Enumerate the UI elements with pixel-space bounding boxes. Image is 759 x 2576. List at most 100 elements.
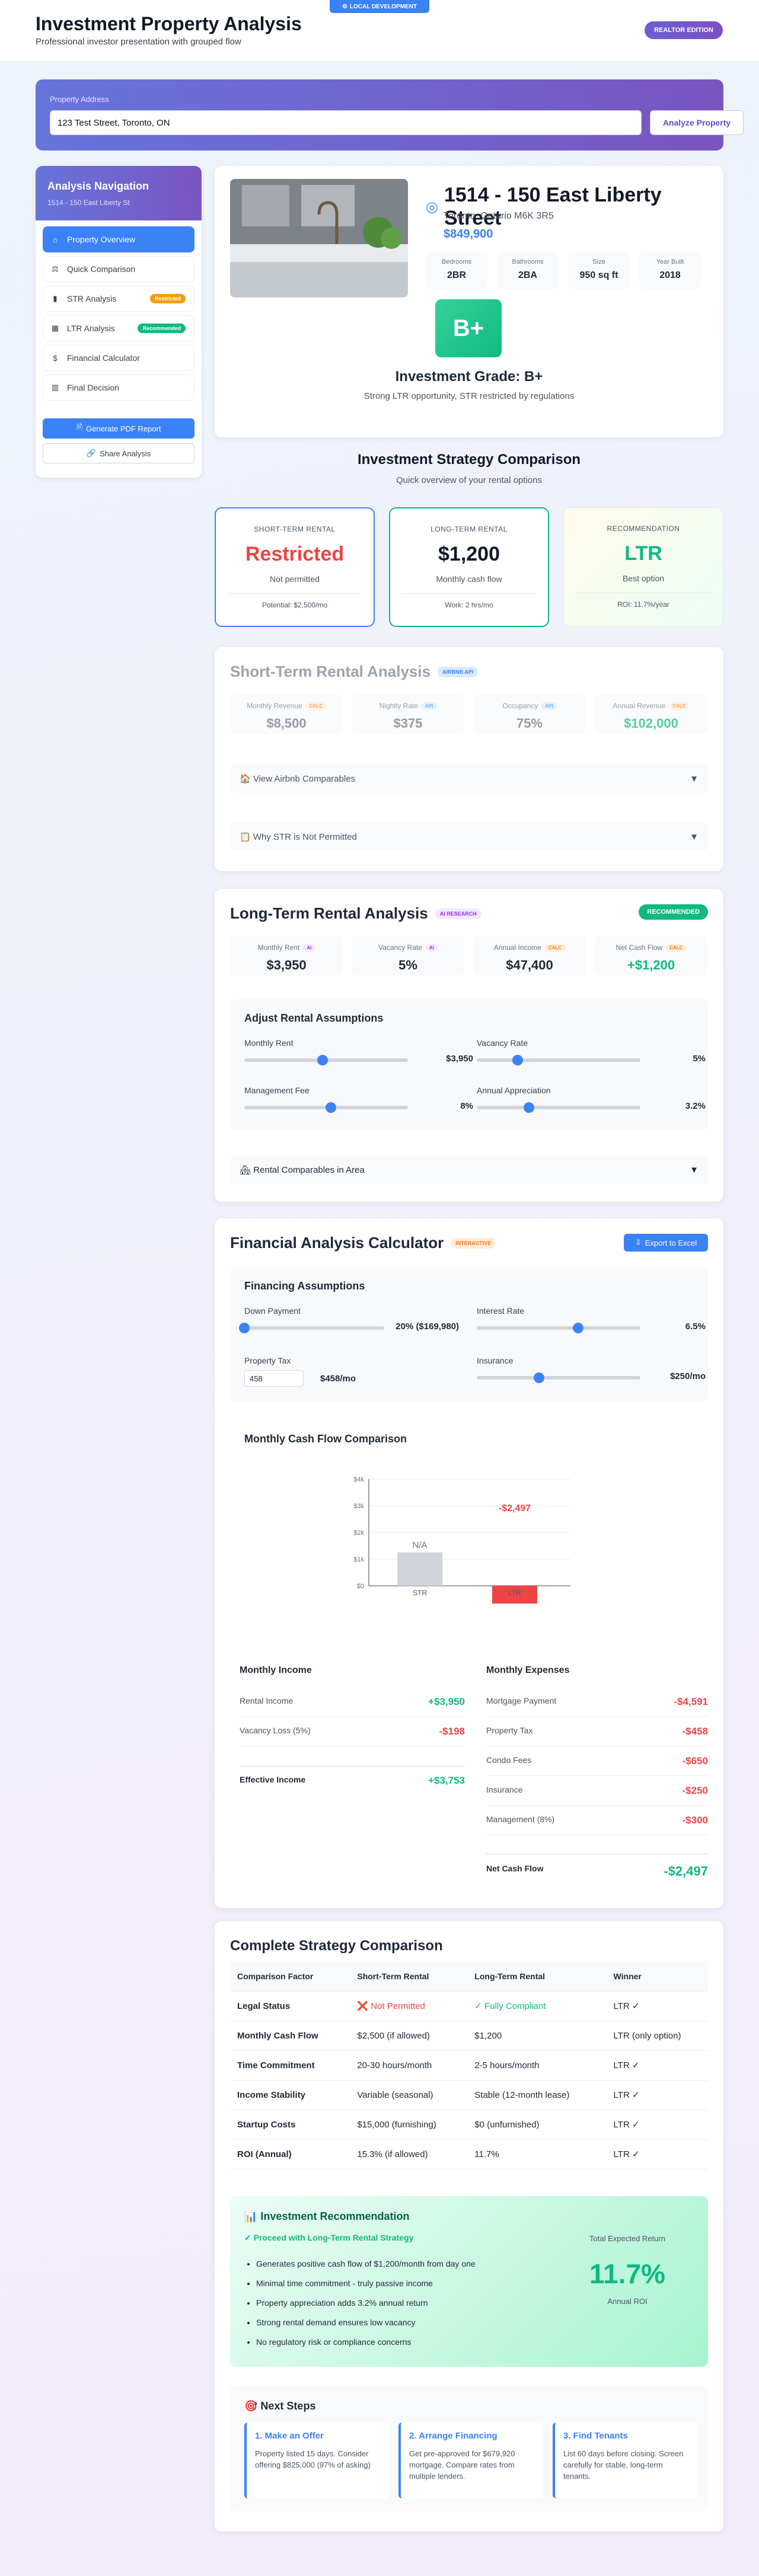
recommendation-box: 📊 Investment Recommendation ✓ Proceed wi… (230, 2196, 708, 2367)
strategy-title: Investment Strategy Comparison (357, 452, 581, 468)
rental-comparables-toggle[interactable]: 🏘 Rental Comparables in Area ▼ (230, 1156, 708, 1184)
step-card: 1. Make an Offer Property listed 15 days.… (244, 2423, 389, 2498)
property-address: 1514 - 150 East Liberty Street (444, 184, 662, 229)
strategy-card-str: SHORT-TERM RENTAL Restricted Not permitt… (215, 507, 375, 627)
strategy-card-ltr: LONG-TERM RENTAL $1,200 Monthly cash flo… (389, 507, 549, 627)
appreciation-slider[interactable]: Annual Appreciation 3.2% (477, 1086, 706, 1113)
home-icon: ⌂ (53, 235, 58, 244)
ltr-metric-vacancy: Vacancy Rate AI 5% (352, 936, 464, 975)
income-title: Monthly Income (240, 1665, 312, 1675)
complete-comparison: Complete Strategy Comparison Comparison … (215, 1921, 723, 2532)
chevron-down-icon: ▼ (690, 1164, 699, 1175)
rental-assumptions-panel: Adjust Rental Assumptions Monthly Rent $3… (230, 999, 708, 1131)
building-icon: ▦ (51, 324, 59, 332)
recommended-badge: Recommended (138, 324, 186, 333)
pdf-button[interactable]: 🗎 Generate PDF Report (43, 418, 194, 439)
str-metric-annual: Annual Revenue CALC $102,000 (595, 695, 707, 734)
expense-row: Insurance -$250 (486, 1785, 708, 1806)
table-row: Income Stability Variable (seasonal) Stabl… (230, 2080, 708, 2110)
str-not-permitted-toggle[interactable]: 📋 Why STR is Not Permitted ▼ (230, 823, 708, 851)
grade-subtitle: Strong LTR opportunity, STR restricted b… (363, 391, 575, 401)
down-payment-slider[interactable]: Down Payment 20% ($169,980) (239, 1306, 459, 1333)
bar-chart-icon: ▮ (53, 294, 58, 303)
share-button[interactable]: 🔗 Share Analysis (43, 443, 194, 463)
monthly-rent-slider[interactable]: Monthly Rent $3,950 (244, 1038, 473, 1065)
address-input[interactable]: 123 Test Street, Toronto, ON (50, 110, 642, 135)
net-cash-flow: Net Cash Flow -$2,497 (486, 1854, 708, 1887)
property-photo (230, 179, 408, 297)
stat-size: Size 950 sq ft (568, 252, 630, 289)
dollar-icon: $ (53, 353, 58, 363)
property-overview: ◎ 1514 - 150 East Liberty Street Toronto,… (215, 166, 723, 437)
nav-item-calculator[interactable]: $ Financial Calculator (43, 345, 194, 371)
nav-subtitle: 1514 - 150 East Liberty St (47, 199, 130, 207)
str-metric-occupancy: Occupancy API 75% (473, 695, 586, 734)
str-metric-nightly: Nightly Rate API $375 (352, 695, 464, 734)
location-pin-icon: ◎ (426, 199, 438, 215)
airbnb-api-tag: AIRBNB API (438, 666, 479, 677)
data-label: -$2,497 (499, 1503, 531, 1513)
grade-badge: B+ (435, 299, 502, 357)
calculator-title: Financial Analysis Calculator (230, 1234, 444, 1252)
analyze-button[interactable]: Analyze Property (650, 110, 744, 135)
step-card: 3. Find Tenants List 60 days before closi… (553, 2423, 697, 2498)
vacancy-rate-slider[interactable]: Vacancy Rate 5% (477, 1038, 706, 1065)
realtor-badge[interactable]: REALTOR EDITION (645, 21, 723, 39)
str-section: Short-Term Rental Analysis AIRBNB API Mon… (215, 647, 723, 871)
expense-row: Property Tax -$458 (486, 1726, 708, 1746)
income-row: Vacancy Loss (5%) -$198 (240, 1726, 465, 1746)
property-price: $849,900 (444, 228, 493, 241)
export-icon: ⇩ (634, 1238, 642, 1247)
export-excel-button[interactable]: ⇩ Export to Excel (624, 1234, 708, 1252)
chart-title: Monthly Cash Flow Comparison (244, 1433, 407, 1445)
ltr-section: Long-Term Rental Analysis AI RESEARCH REC… (215, 889, 723, 1202)
chevron-down-icon: ▼ (690, 773, 699, 784)
stat-bedrooms: Bedrooms 2BR (426, 252, 487, 289)
ltr-metric-rent: Monthly Rent AI $3,950 (230, 936, 343, 975)
table-header: Comparison Factor Short-Term Rental Long-T… (230, 1961, 708, 1992)
management-fee-slider[interactable]: Management Fee 8% (244, 1086, 473, 1113)
income-row: Rental Income +$3,950 (240, 1696, 465, 1717)
interest-rate-slider[interactable]: Interest Rate 6.5% (477, 1306, 706, 1333)
bar-str (397, 1552, 442, 1586)
property-tax-field: Property Tax 458 $458/mo (244, 1356, 410, 1387)
comparison-title: Complete Strategy Comparison (230, 1938, 443, 1954)
recommendation-list: Generates positive cash flow of $1,200/m… (256, 2254, 476, 2352)
table-row: Startup Costs $15,000 (furnishing) $0 (unf… (230, 2110, 708, 2140)
ai-research-tag: AI RESEARCH (435, 908, 481, 919)
restricted-badge: Restricted (149, 294, 186, 303)
ltr-metric-income: Annual Income CALC $47,400 (473, 936, 586, 975)
nav-item-str[interactable]: ▮ STR Analysis Restricted (43, 286, 194, 312)
str-metric-revenue: Monthly Revenue CALC $8,500 (230, 695, 343, 734)
search-panel: Property Address 123 Test Street, Toront… (36, 79, 744, 151)
x-tick-label: LTR (508, 1589, 521, 1597)
airbnb-comparables-toggle[interactable]: 🏠 View Airbnb Comparables ▼ (230, 764, 708, 793)
chevron-down-icon: ▼ (690, 831, 699, 842)
nav-item-overview[interactable]: ⌂ Property Overview (43, 226, 194, 252)
table-row: Monthly Cash Flow $2,500 (if allowed) $1,2… (230, 2021, 708, 2051)
str-title: Short-Term Rental Analysis (230, 663, 431, 680)
link-icon: 🔗 (86, 449, 97, 457)
property-city: Toronto, Ontario M6K 3R5 (444, 211, 554, 221)
expense-row: Condo Fees -$650 (486, 1755, 708, 1776)
insurance-slider[interactable]: Insurance $250/mo (477, 1356, 706, 1383)
columns-icon: ▥ (51, 383, 59, 392)
nav-item-final[interactable]: ▥ Final Decision (43, 375, 194, 401)
cash-flow-chart: $4k $3k $2k $1k $0 N/A STR -$2,497 LTR (353, 1476, 570, 1604)
next-steps: 🎯 Next Steps 1. Make an Offer Property li… (230, 2386, 708, 2511)
nav-item-ltr[interactable]: ▦ LTR Analysis Recommended (43, 315, 194, 341)
y-tick-label: $0 (357, 1583, 364, 1590)
stat-bathrooms: Bathrooms 2BA (497, 252, 559, 289)
address-label: Property Address (50, 95, 109, 104)
strategy-card-recommendation: RECOMMENDATION LTR Best option ROI: 11.7… (563, 507, 723, 627)
analysis-nav: Analysis Navigation 1514 - 150 East Libe… (36, 166, 202, 478)
code-icon: ⚙ (342, 3, 347, 10)
page-subtitle: Professional investor presentation with … (36, 37, 241, 47)
expected-return: 11.7% (589, 2258, 665, 2289)
nav-item-quick-comparison[interactable]: ⚖ Quick Comparison (43, 256, 194, 282)
x-tick-label: STR (413, 1589, 427, 1597)
property-tax-input[interactable]: 458 (244, 1370, 304, 1387)
table-row: Time Commitment 20-30 hours/month 2-5 hour… (230, 2050, 708, 2081)
nav-title: Analysis Navigation (47, 180, 149, 192)
file-icon: 🗎 (76, 423, 82, 431)
